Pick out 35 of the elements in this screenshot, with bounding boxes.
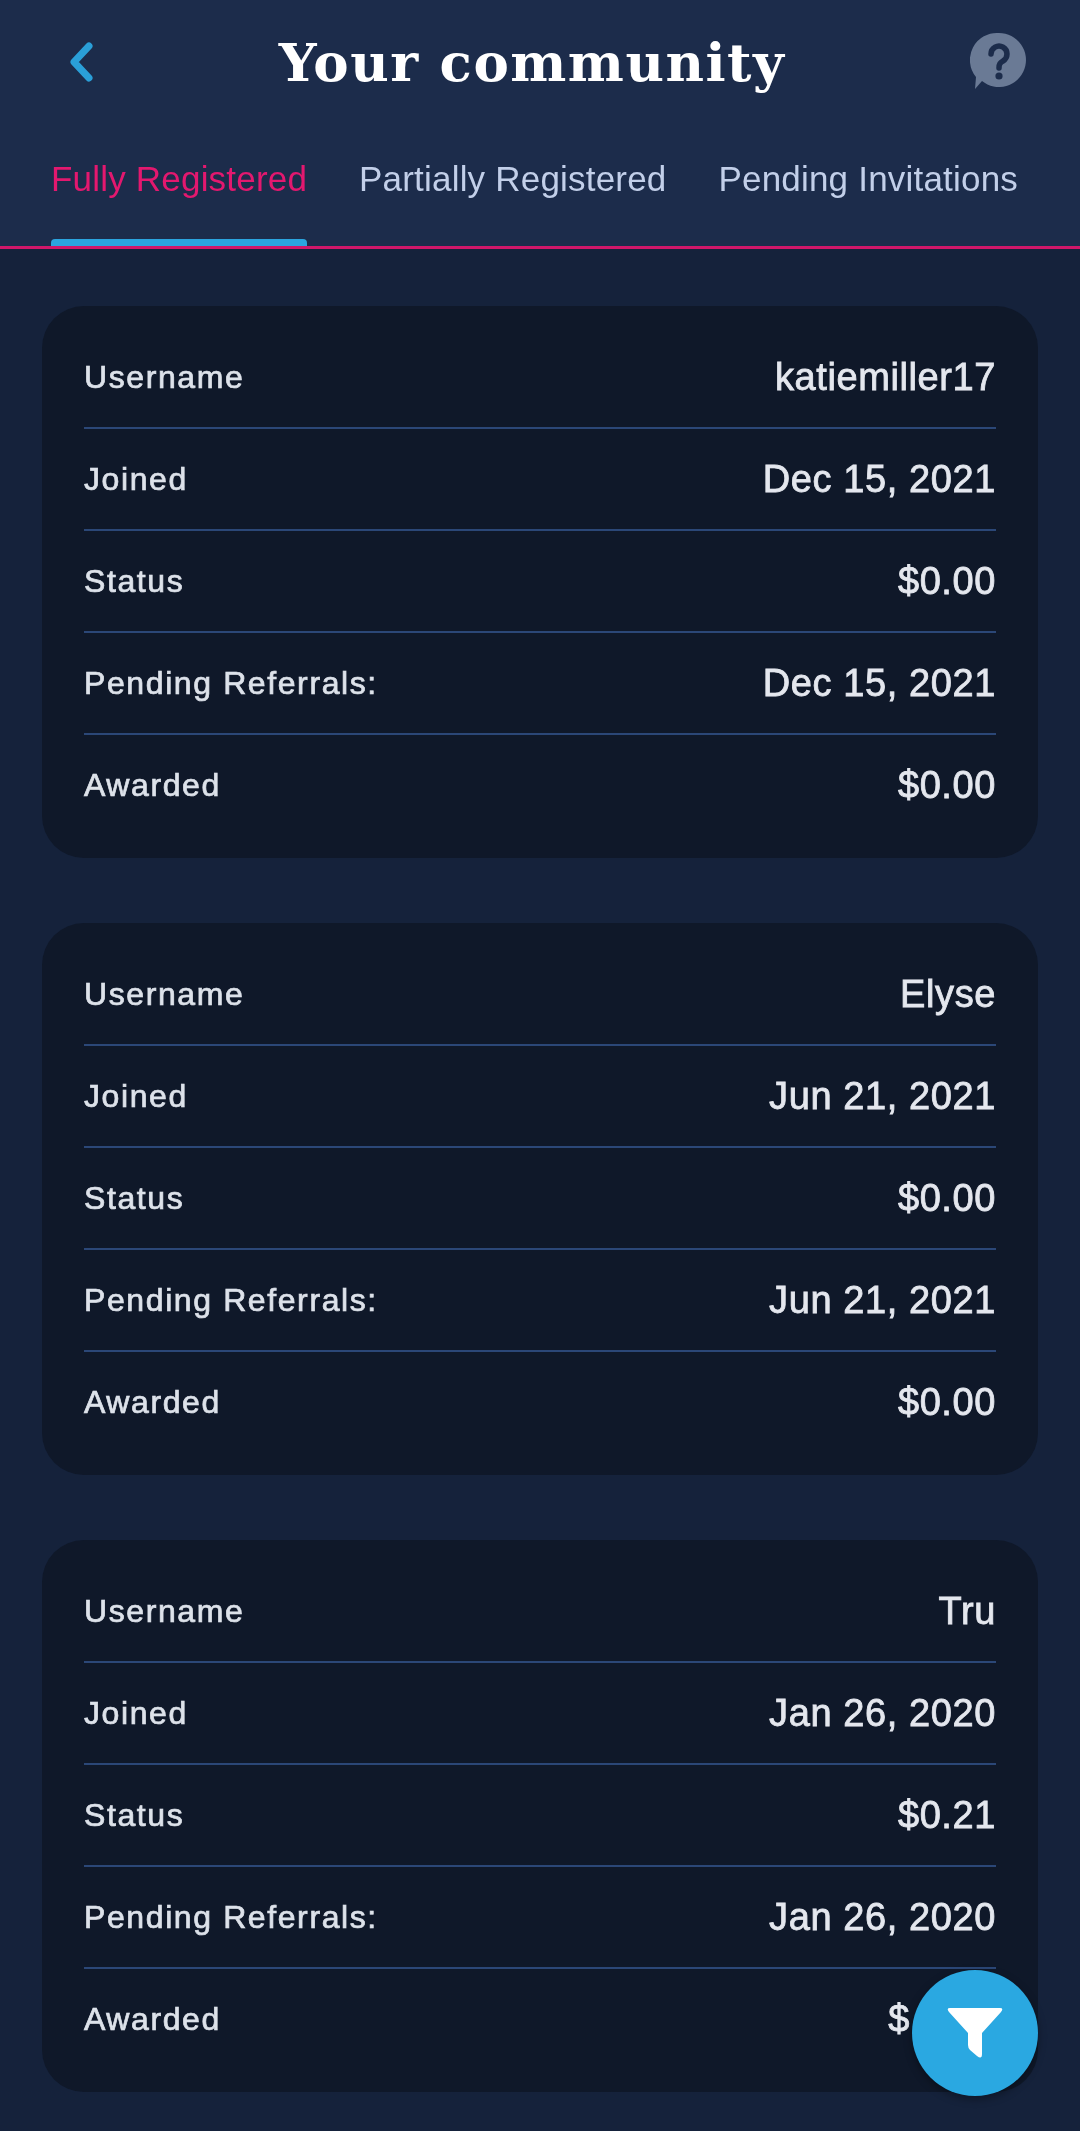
field-label: Pending Referrals: [84, 1281, 378, 1319]
field-label: Awarded [84, 1383, 221, 1421]
chevron-left-icon[interactable] [68, 42, 94, 82]
field-value: Jan 26, 2020 [769, 1895, 996, 1939]
field-value: katiemiller17 [774, 355, 996, 399]
page-title: Your community [278, 31, 786, 93]
field-value: $0.00 [897, 763, 996, 807]
field-value: Jun 21, 2021 [769, 1278, 996, 1322]
field-label: Joined [84, 460, 188, 498]
field-value: Jan 26, 2020 [769, 1691, 996, 1735]
field-value: Elyse [900, 972, 996, 1016]
field-label: Username [84, 358, 245, 396]
field-value: $0.00 [897, 559, 996, 603]
field-label: Pending Referrals: [84, 1898, 378, 1936]
field-value: $ [888, 1997, 910, 2041]
field-value: $0.21 [897, 1793, 996, 1837]
tab[interactable]: Pending Invitations [695, 124, 1041, 246]
field-label: Joined [84, 1077, 188, 1115]
field-value: Jun 21, 2021 [769, 1074, 996, 1118]
field-label: Status [84, 1796, 185, 1834]
field-value: $0.00 [897, 1176, 996, 1220]
field-label: Pending Referrals: [84, 664, 378, 702]
field-label: Username [84, 1592, 245, 1630]
field-value: Dec 15, 2021 [762, 457, 996, 501]
field-label: Username [84, 975, 245, 1013]
field-label: Status [84, 1179, 185, 1217]
field-label: Joined [84, 1694, 188, 1732]
funnel-icon [946, 2006, 1004, 2060]
field-value: Dec 15, 2021 [762, 661, 996, 705]
field-value: $0.00 [897, 1380, 996, 1424]
field-value: Tru [938, 1589, 996, 1633]
field-label: Awarded [84, 766, 221, 804]
field-label: Awarded [84, 2000, 221, 2038]
tab[interactable]: Partially Registered [336, 124, 690, 246]
field-label: Status [84, 562, 185, 600]
